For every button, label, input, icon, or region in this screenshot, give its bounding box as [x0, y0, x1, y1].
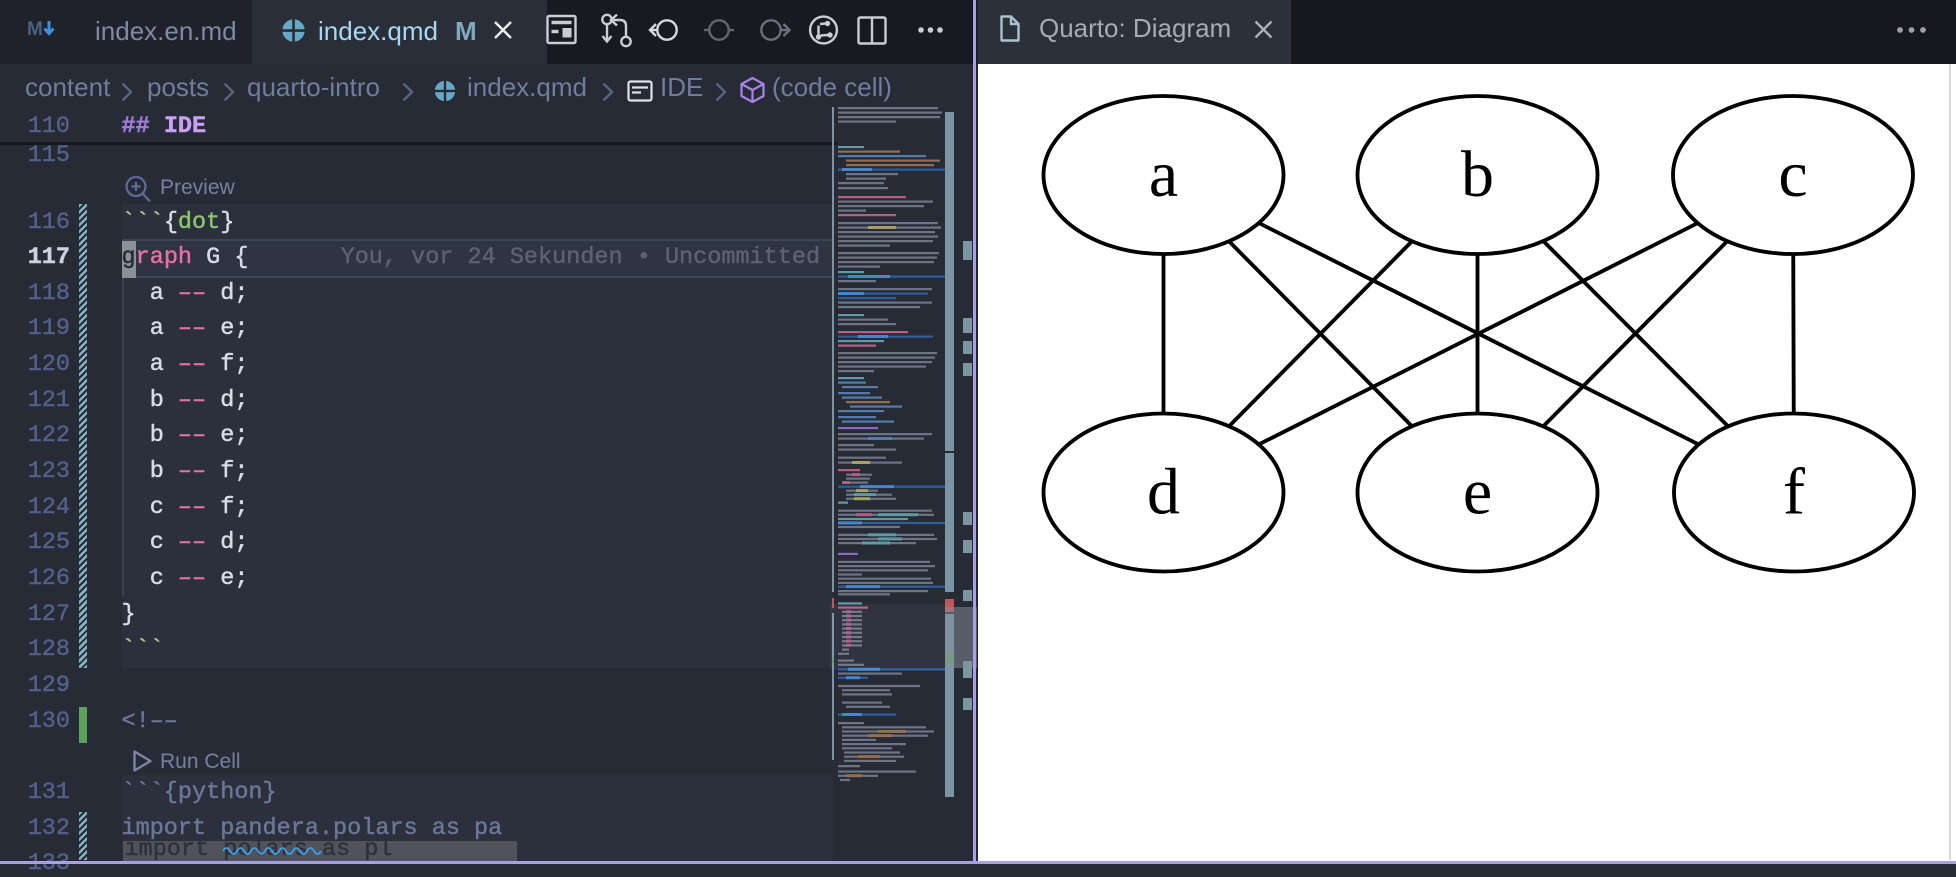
svg-text:c: c	[1778, 138, 1807, 211]
svg-text:a: a	[1149, 138, 1178, 211]
svg-text:e: e	[1463, 456, 1492, 529]
svg-text:f: f	[1783, 456, 1805, 529]
svg-text:d: d	[1147, 456, 1180, 529]
svg-text:b: b	[1461, 138, 1494, 211]
